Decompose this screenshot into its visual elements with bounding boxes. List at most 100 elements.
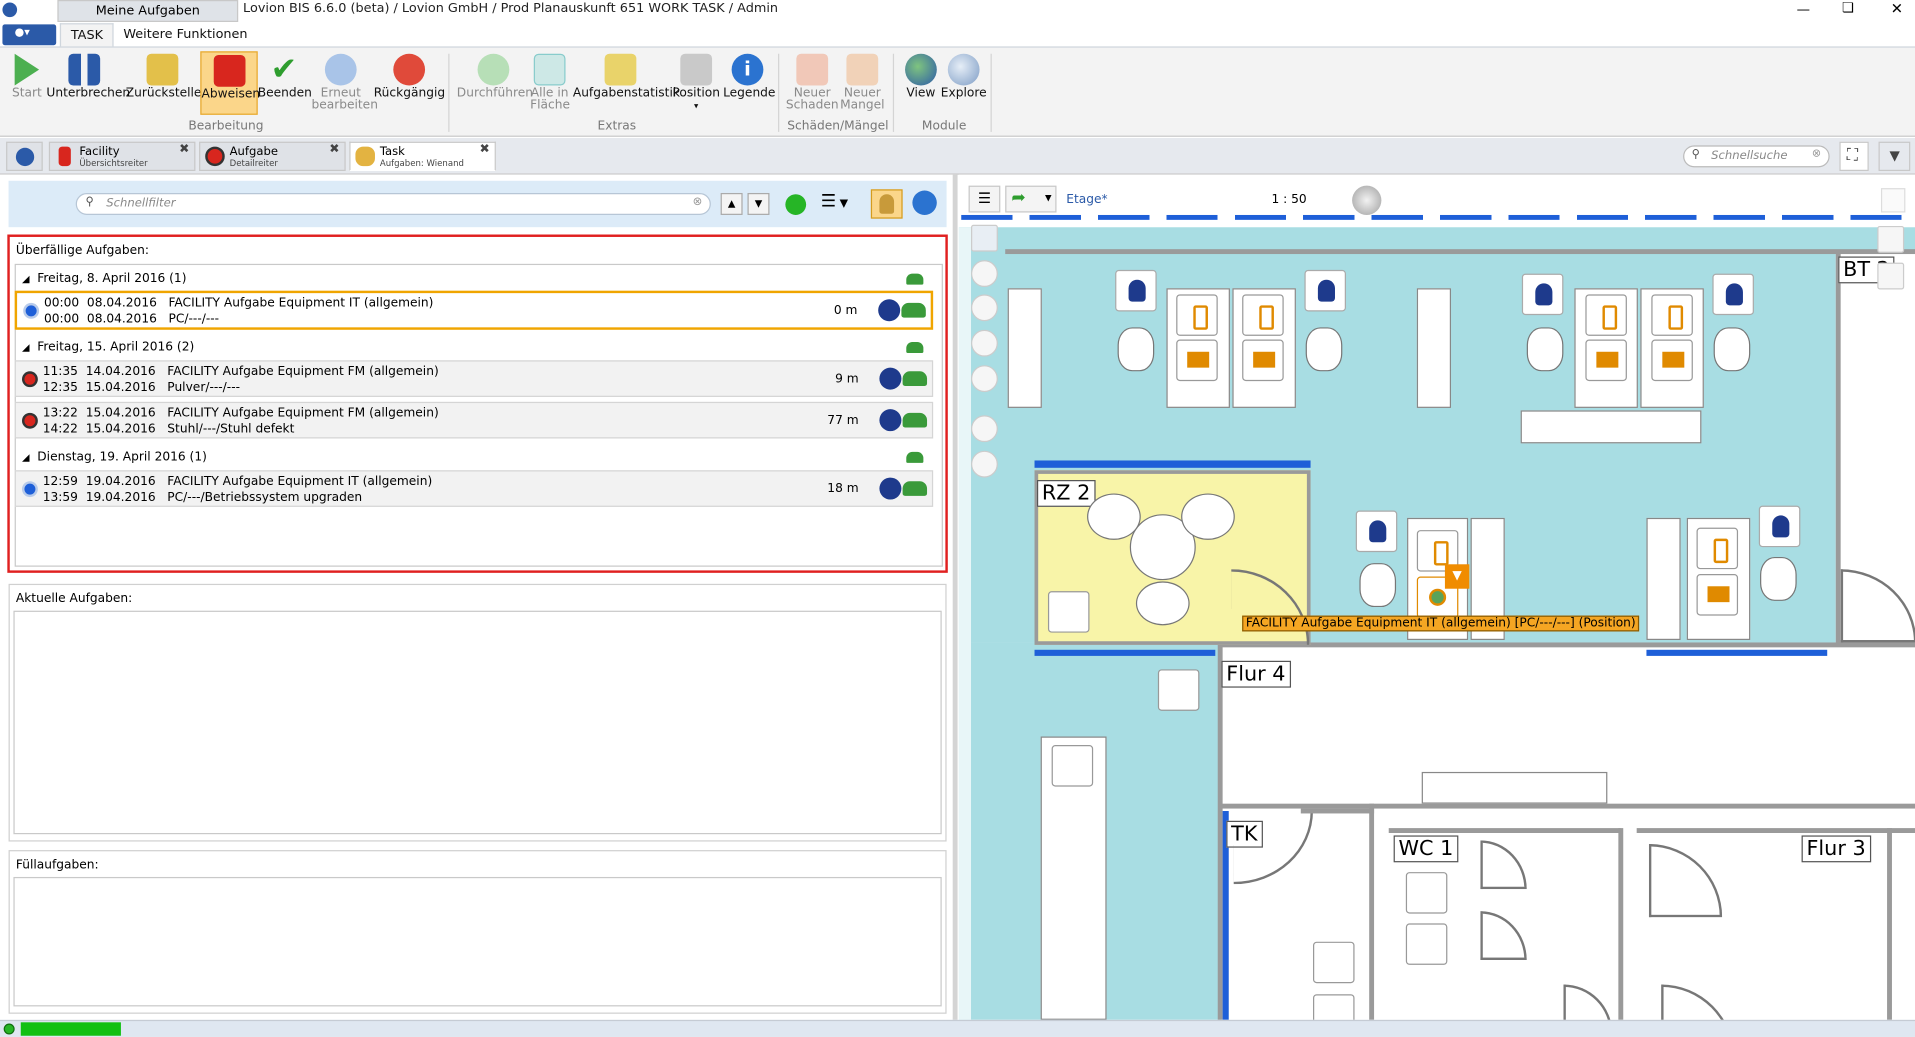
neuer-schaden-button[interactable]: Neuer Schaden <box>785 53 839 113</box>
layer-label[interactable]: Etage* <box>1066 193 1107 206</box>
aufgabenstatistik-button[interactable]: Aufgabenstatistik <box>573 53 680 100</box>
close-icon[interactable]: ✖ <box>480 144 490 156</box>
explore-button[interactable]: Explore <box>940 53 987 100</box>
go-arrow-icon[interactable] <box>901 302 926 318</box>
rotate-tool[interactable] <box>971 294 998 322</box>
task-row[interactable]: 00:00 08.04.2016 FACILITY Aufgabe Equipm… <box>14 290 934 330</box>
monitor-icon[interactable] <box>1696 574 1739 616</box>
printer-icon[interactable] <box>1313 941 1355 984</box>
close-icon[interactable]: ✖ <box>329 144 339 156</box>
legende-button[interactable]: i Legende <box>723 53 775 100</box>
collapse-icon[interactable]: ◢ <box>22 452 30 463</box>
go-arrow-icon[interactable] <box>902 481 928 496</box>
top-tab-meine-aufgaben[interactable]: Meine Aufgaben <box>57 0 239 22</box>
person-icon[interactable] <box>1712 273 1754 316</box>
fullscreen-button[interactable]: ⛶ <box>1839 141 1869 171</box>
tab-aufgabe[interactable]: Aufgabe Detailreiter ✖ <box>199 141 346 171</box>
unterbrechen-button[interactable]: Unterbrechen <box>46 53 130 100</box>
tab-task[interactable]: Task Aufgaben: Wienand ✖ <box>349 141 496 171</box>
navigate-icon[interactable] <box>879 409 902 432</box>
phone-icon[interactable] <box>1176 294 1218 336</box>
close-icon[interactable]: ✕ <box>1891 0 1903 17</box>
printer-icon[interactable] <box>1313 994 1355 1020</box>
assign-user-button[interactable] <box>870 189 903 219</box>
monitor-icon[interactable] <box>1585 339 1627 382</box>
abweisen-button[interactable]: Abweisen <box>200 51 260 115</box>
list-view-button[interactable]: ☰ ▼ <box>821 192 865 216</box>
measure-tool[interactable] <box>971 365 998 393</box>
app-menu-button[interactable]: ●▾ <box>2 24 57 46</box>
person-icon[interactable] <box>1758 505 1801 548</box>
group-header[interactable]: ◢ Freitag, 15. April 2016 (2) <box>15 336 933 360</box>
collapse-icon[interactable]: ◢ <box>22 274 30 285</box>
panel-splitter[interactable] <box>952 174 958 1020</box>
pan-tool[interactable] <box>971 260 998 288</box>
floor-plan[interactable]: RZ 2 ▼ BT 2 FACILITY Aufgabe Equipment I… <box>958 227 1915 1020</box>
side-tool[interactable] <box>1877 262 1905 290</box>
monitor-icon[interactable] <box>1242 339 1284 382</box>
position-marker-icon[interactable]: ▼ <box>1444 564 1470 589</box>
alle-in-flaeche-button[interactable]: Alle in Fläche <box>530 53 570 113</box>
toilet-icon[interactable] <box>1405 872 1448 914</box>
phone-icon[interactable] <box>1696 527 1739 570</box>
sort-down-button[interactable]: ▼ <box>747 192 770 215</box>
minimize-icon[interactable]: — <box>1797 1 1810 17</box>
durchfuehren-button[interactable]: Durchführen <box>457 53 533 100</box>
home-tab[interactable] <box>6 141 43 171</box>
fax-icon[interactable] <box>1051 745 1094 787</box>
neuer-mangel-button[interactable]: Neuer Mangel <box>838 53 887 113</box>
go-arrow-icon[interactable] <box>902 371 928 386</box>
person-icon[interactable] <box>1115 269 1157 312</box>
navigate-icon[interactable] <box>878 299 901 322</box>
phone-icon[interactable] <box>1585 294 1627 336</box>
monitor-icon[interactable] <box>1651 339 1693 382</box>
erneut-bearbeiten-button[interactable]: Erneut bearbeiten <box>311 53 378 113</box>
refresh-icon[interactable] <box>912 190 937 215</box>
clear-icon[interactable]: ⊗ <box>693 195 703 208</box>
select-tool[interactable] <box>971 224 998 252</box>
go-arrow-icon[interactable] <box>902 412 928 428</box>
task-row[interactable]: 12:59 19.04.2016 FACILITY Aufgabe Equipm… <box>14 470 934 507</box>
close-icon[interactable]: ✖ <box>179 144 189 156</box>
start-button[interactable]: Start <box>6 53 48 100</box>
monitor-icon[interactable] <box>1176 339 1218 382</box>
sort-up-button[interactable]: ▲ <box>720 192 743 215</box>
schnellfilter-input[interactable]: ⚲ Schnellfilter ⊗ <box>75 192 711 215</box>
tab-task[interactable]: TASK <box>59 23 115 48</box>
person-icon[interactable] <box>1304 269 1346 312</box>
phone-icon[interactable] <box>1651 294 1693 336</box>
beenden-button[interactable]: ✔ Beenden <box>258 54 312 100</box>
tab-dropdown-button[interactable]: ▼ <box>1878 141 1911 171</box>
progress-bar <box>20 1022 121 1036</box>
check-tool[interactable] <box>971 415 998 443</box>
quick-search[interactable]: ⚲ Schnellsuche ⊗ <box>1683 145 1830 168</box>
group-header[interactable]: ◢ Dienstag, 19. April 2016 (1) <box>15 446 933 470</box>
map-side-tool[interactable] <box>1880 188 1906 213</box>
share-button[interactable]: ➦ ▼ <box>1005 185 1057 213</box>
person-icon[interactable] <box>1521 273 1564 316</box>
zoom-tool[interactable] <box>971 329 998 357</box>
toilet-icon[interactable] <box>1405 923 1448 965</box>
restore-icon[interactable]: ❏ <box>1842 0 1854 16</box>
navigate-icon[interactable] <box>879 477 902 500</box>
clear-icon[interactable]: ⊗ <box>1812 148 1821 160</box>
phone-icon[interactable] <box>1242 294 1284 336</box>
person-icon[interactable] <box>1355 510 1398 553</box>
zoom-knob[interactable] <box>1352 185 1382 215</box>
map-menu-button[interactable]: ☰ <box>968 185 1001 213</box>
collapse-icon[interactable]: ◢ <box>22 342 30 353</box>
rueckgaengig-button[interactable]: Rückgängig <box>374 53 445 100</box>
zurueckstellen-button[interactable]: Zurückstellen <box>126 53 209 100</box>
server-icon[interactable] <box>1047 591 1090 633</box>
group-header[interactable]: ◢ Freitag, 8. April 2016 (1) <box>15 267 933 291</box>
task-row[interactable]: 11:35 14.04.2016 FACILITY Aufgabe Equipm… <box>14 360 934 397</box>
fire-extinguisher-icon[interactable] <box>1157 669 1200 711</box>
view-button[interactable]: View <box>901 53 940 100</box>
position-button[interactable]: Position ▾ <box>672 53 721 113</box>
task-row[interactable]: 13:22 15.04.2016 FACILITY Aufgabe Equipm… <box>14 401 934 439</box>
pointer-tool[interactable] <box>971 450 998 478</box>
tab-weitere-funktionen[interactable]: Weitere Funktionen <box>114 23 258 47</box>
navigate-icon[interactable] <box>879 367 902 390</box>
side-tool[interactable] <box>1877 225 1905 253</box>
tab-facility[interactable]: Facility Übersichtsreiter ✖ <box>48 141 196 171</box>
